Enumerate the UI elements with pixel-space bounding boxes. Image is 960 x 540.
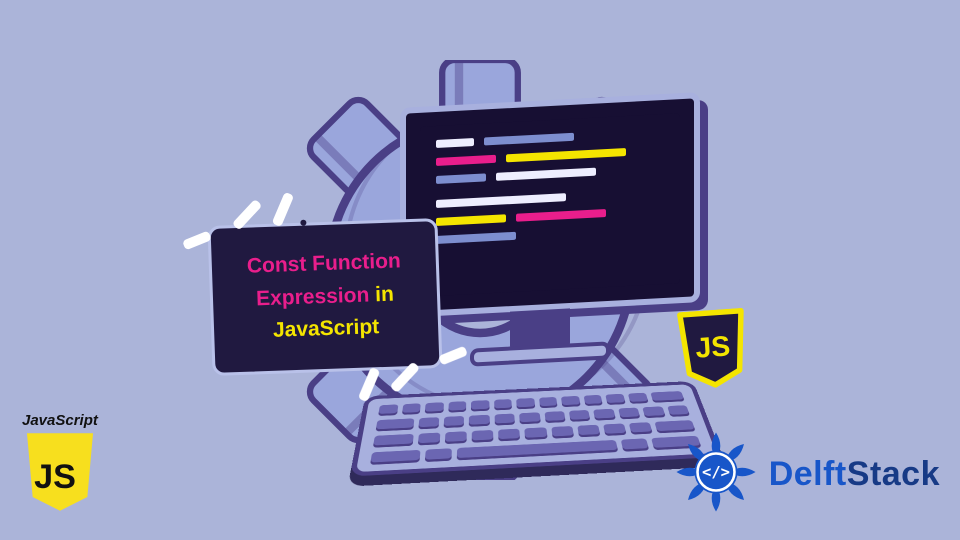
- title-connector: in: [375, 282, 394, 306]
- js-badge-text: JS: [694, 330, 731, 364]
- delftstack-word-part1: Delft: [769, 455, 847, 493]
- js-shield-badge: JS: [675, 308, 750, 393]
- delftstack-logo: </> DelftStack: [673, 429, 940, 520]
- monitor-base: [470, 341, 610, 366]
- title-part1: Const Function: [246, 250, 401, 278]
- javascript-logo: JavaScript JS: [22, 412, 98, 518]
- javascript-shield-icon: JS: [23, 431, 97, 513]
- monitor-screen: [420, 113, 680, 297]
- svg-text:</>: </>: [702, 463, 730, 481]
- title-part3: JavaScript: [273, 315, 380, 342]
- svg-text:JS: JS: [34, 458, 76, 496]
- delftstack-wordmark: DelftStack: [769, 455, 940, 494]
- delftstack-rosette-icon: </>: [673, 429, 759, 520]
- spark-dot: [300, 220, 306, 226]
- spark-tick: [182, 231, 212, 251]
- title-card: Const Function Expression in JavaScript: [207, 218, 442, 376]
- spark-tick: [232, 199, 263, 231]
- monitor: [400, 92, 700, 318]
- delftstack-word-part2: Stack: [847, 455, 940, 493]
- title-part2: Expression: [256, 283, 370, 310]
- javascript-logo-label: JavaScript: [22, 412, 98, 429]
- title-text: Const Function Expression in JavaScript: [246, 246, 403, 349]
